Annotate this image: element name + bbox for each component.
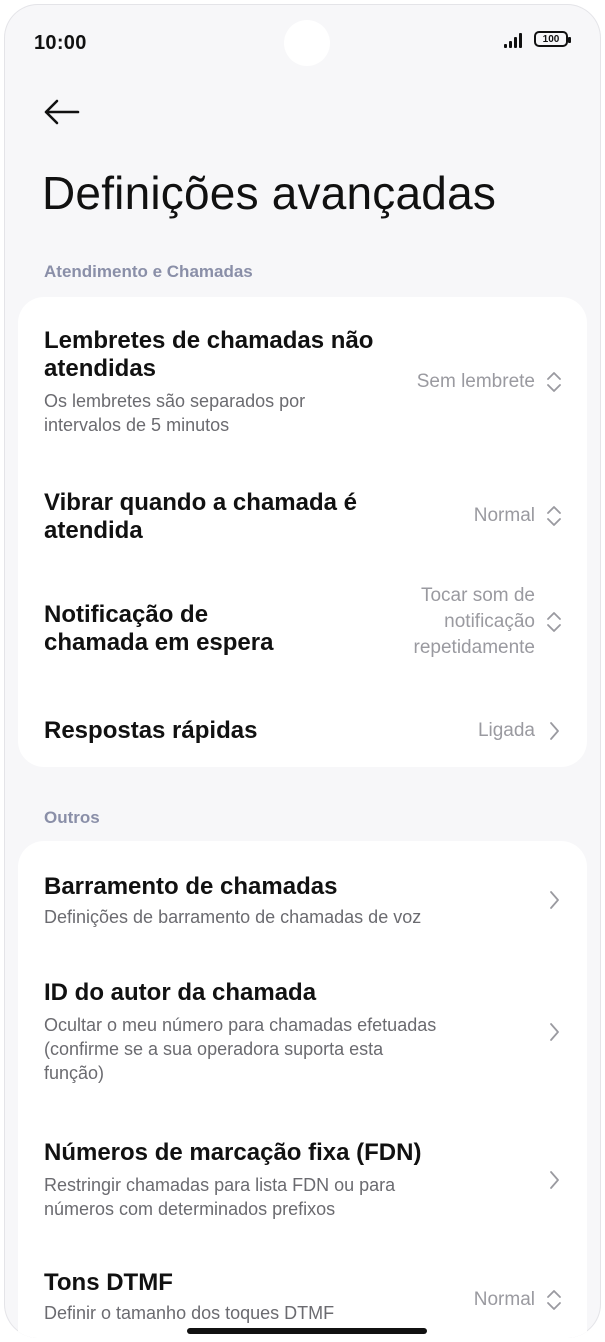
call-waiting-notification-row[interactable]: Notificação de chamada em espera Tocar s…	[18, 585, 587, 677]
row-title: Números de marcação fixa (FDN)	[44, 1139, 422, 1166]
row-value: Tocar som de	[420, 585, 535, 606]
row-subtitle: Os lembretes são separados por	[44, 391, 306, 411]
row-title: Respostas rápidas	[44, 717, 258, 744]
row-title: atendida	[44, 517, 143, 544]
row-title: Notificação de	[44, 601, 209, 628]
row-title: Vibrar quando a chamada é	[44, 489, 357, 516]
row-subtitle: Ocultar o meu número para chamadas efetu…	[44, 1015, 437, 1035]
row-value: Sem lembrete	[416, 371, 535, 392]
signal-icon	[504, 32, 522, 48]
row-subtitle: Definir o tamanho dos toques DTMF	[44, 1303, 335, 1323]
back-arrow-icon[interactable]	[40, 90, 84, 134]
section-label-others: Outros	[44, 808, 100, 827]
home-indicator[interactable]	[187, 1328, 427, 1334]
row-value: notificação	[444, 611, 535, 632]
chevron-right-icon	[550, 891, 559, 909]
status-time: 10:00	[34, 32, 87, 54]
battery-level: 100	[542, 33, 560, 45]
row-subtitle: intervalos de 5 minutos	[44, 415, 230, 435]
row-title: atendidas	[44, 355, 157, 382]
front-camera-cutout	[284, 20, 330, 66]
row-subtitle: função)	[44, 1063, 105, 1083]
chevron-up-down-icon	[547, 612, 561, 632]
quick-responses-row[interactable]: Respostas rápidas Ligada	[18, 697, 587, 757]
chevron-up-down-icon	[547, 506, 561, 526]
chevron-right-icon	[550, 1023, 559, 1041]
row-title: Lembretes de chamadas não	[44, 327, 374, 354]
dtmf-tones-row[interactable]: Tons DTMF Definir o tamanho dos toques D…	[18, 1251, 587, 1338]
vibrate-on-answer-row[interactable]: Vibrar quando a chamada é atendida Norma…	[18, 477, 587, 557]
row-title: Barramento de chamadas	[44, 873, 338, 900]
row-subtitle: Restringir chamadas para lista FDN ou pa…	[44, 1175, 396, 1195]
row-title: chamada em espera	[44, 629, 274, 656]
section-label-calls: Atendimento e Chamadas	[44, 262, 253, 281]
missed-call-reminders-row[interactable]: Lembretes de chamadas não atendidas Os l…	[18, 297, 587, 457]
chevron-up-down-icon	[547, 1290, 561, 1310]
call-barring-row[interactable]: Barramento de chamadas Definições de bar…	[18, 841, 587, 951]
phone-screen: 10:00 100 Definições avançadas Atendimen…	[4, 4, 601, 1338]
chevron-right-icon	[550, 722, 559, 740]
calls-settings-card: Lembretes de chamadas não atendidas Os l…	[18, 297, 587, 767]
row-value: repetidamente	[413, 637, 535, 658]
row-value: Ligada	[477, 720, 535, 741]
row-subtitle: (confirme se a sua operadora suporta est…	[44, 1039, 384, 1059]
battery-icon: 100	[534, 31, 571, 47]
row-value: Normal	[473, 505, 535, 526]
caller-id-row[interactable]: ID do autor da chamada Ocultar o meu núm…	[18, 961, 587, 1101]
chevron-right-icon	[550, 1171, 559, 1189]
row-subtitle: números com determinados prefixos	[44, 1199, 336, 1219]
row-subtitle: Definições de barramento de chamadas de …	[44, 907, 422, 927]
page-title: Definições avançadas	[42, 167, 497, 219]
chevron-up-down-icon	[547, 372, 561, 392]
fixed-dialing-numbers-row[interactable]: Números de marcação fixa (FDN) Restringi…	[18, 1121, 587, 1231]
row-title: ID do autor da chamada	[44, 979, 317, 1006]
row-value: Normal	[473, 1289, 535, 1310]
others-settings-card: Barramento de chamadas Definições de bar…	[18, 841, 587, 1338]
row-title: Tons DTMF	[44, 1269, 173, 1296]
